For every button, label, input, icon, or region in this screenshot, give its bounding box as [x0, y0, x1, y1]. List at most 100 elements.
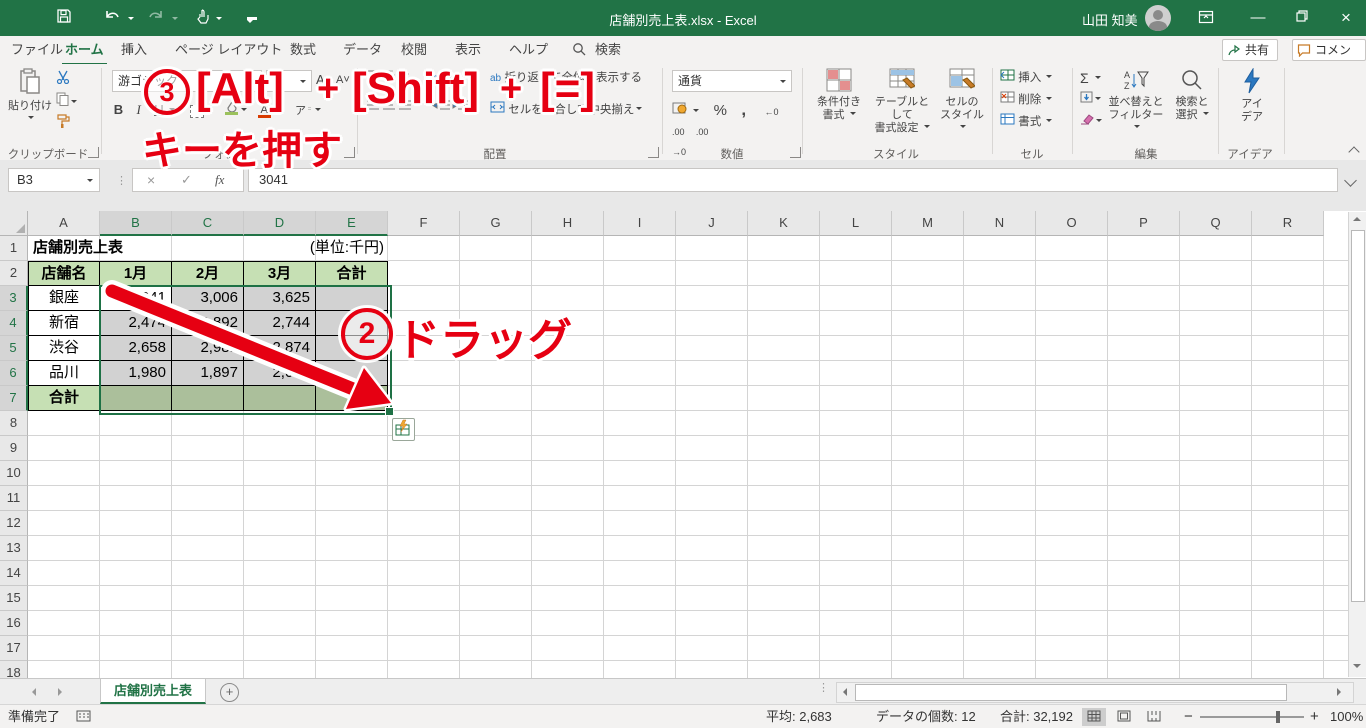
alignment-dialog-launcher[interactable]	[648, 147, 659, 158]
vertical-scrollbar[interactable]	[1348, 212, 1366, 677]
tab-file[interactable]: ファイル	[8, 36, 66, 63]
percent-style-button[interactable]: %	[714, 102, 727, 119]
column-header-L[interactable]: L	[820, 211, 892, 236]
cell-B4[interactable]: 2,474	[100, 311, 172, 336]
collapse-ribbon-icon[interactable]	[1348, 146, 1360, 158]
phonetic-button[interactable]: ア゠	[295, 105, 313, 117]
new-sheet-button[interactable]: +	[220, 683, 239, 702]
fill-button[interactable]	[1080, 90, 1101, 110]
insert-cells-button[interactable]: 挿入	[1000, 68, 1053, 88]
cell-A5[interactable]: 渋谷	[28, 336, 100, 361]
page-layout-view-button[interactable]	[1112, 708, 1136, 726]
status-sum[interactable]: 合計: 32,192	[1000, 709, 1073, 725]
ribbon-display-options-icon[interactable]	[1196, 9, 1216, 29]
tab-formulas[interactable]: 数式	[287, 36, 319, 63]
scroll-up-icon[interactable]	[1353, 217, 1361, 221]
name-box[interactable]: B3	[8, 168, 100, 192]
cell-D2[interactable]: 3月	[244, 261, 316, 286]
share-button[interactable]: 共有	[1222, 39, 1279, 61]
row-header-8[interactable]: 8	[0, 411, 28, 436]
cell-B7[interactable]	[100, 386, 172, 411]
accounting-format-dropdown[interactable]	[693, 108, 700, 115]
tab-home[interactable]: ホーム	[62, 36, 107, 66]
cell-D3[interactable]: 3,625	[244, 286, 316, 311]
cell-A6[interactable]: 品川	[28, 361, 100, 386]
tab-data[interactable]: データ	[340, 36, 385, 63]
cell-E7[interactable]	[316, 386, 388, 411]
cell-A2[interactable]: 店舗名	[28, 261, 100, 286]
zoom-slider-thumb[interactable]	[1276, 711, 1280, 723]
clear-button[interactable]	[1080, 112, 1102, 132]
row-header-12[interactable]: 12	[0, 511, 28, 536]
row-header-16[interactable]: 16	[0, 611, 28, 636]
tab-view[interactable]: 表示	[452, 36, 484, 63]
font-dialog-launcher[interactable]	[344, 147, 355, 158]
column-header-O[interactable]: O	[1036, 211, 1108, 236]
sheet-tab[interactable]: 店舗別売上表	[100, 679, 206, 704]
row-header-4[interactable]: 4	[0, 311, 28, 336]
minimize-button[interactable]: —	[1238, 0, 1278, 36]
cut-button[interactable]	[56, 70, 70, 90]
cell-C4[interactable]: 2,892	[172, 311, 244, 336]
paste-button[interactable]: 貼り付け	[8, 68, 52, 126]
cell-styles-button[interactable]: セルの スタイル	[936, 68, 988, 135]
number-format-combo[interactable]: 通貨	[672, 70, 792, 92]
restore-button[interactable]	[1282, 0, 1322, 36]
status-count[interactable]: データの個数: 12	[876, 709, 976, 725]
column-header-H[interactable]: H	[532, 211, 604, 236]
column-header-P[interactable]: P	[1108, 211, 1180, 236]
column-header-B[interactable]: B	[100, 211, 172, 236]
tab-splitter[interactable]: ⋮	[818, 681, 829, 694]
tab-page-layout[interactable]: ページ レイアウト	[172, 36, 285, 63]
cell-C3[interactable]: 3,006	[172, 286, 244, 311]
cell-C6[interactable]: 1,897	[172, 361, 244, 386]
row-header-7[interactable]: 7	[0, 386, 28, 411]
cell-A4[interactable]: 新宿	[28, 311, 100, 336]
page-break-view-button[interactable]	[1142, 708, 1166, 726]
cell-A3[interactable]: 銀座	[28, 286, 100, 311]
select-all-corner[interactable]	[0, 211, 28, 236]
row-header-2[interactable]: 2	[0, 261, 28, 286]
row-header-18[interactable]: 18	[0, 661, 28, 678]
column-header-J[interactable]: J	[676, 211, 748, 236]
formula-input[interactable]: 3041	[248, 168, 1338, 192]
column-header-E[interactable]: E	[316, 211, 388, 236]
number-dialog-launcher[interactable]	[790, 147, 801, 158]
search-label[interactable]: 検索	[592, 36, 624, 63]
clipboard-dialog-launcher[interactable]	[88, 147, 99, 158]
row-header-10[interactable]: 10	[0, 461, 28, 486]
cell-D6[interactable]: 2,020	[244, 361, 316, 386]
cell-C2[interactable]: 2月	[172, 261, 244, 286]
namebox-splitter[interactable]: ⋮	[116, 174, 127, 187]
cell-C5[interactable]: 2,981	[172, 336, 244, 361]
column-header-A[interactable]: A	[28, 211, 100, 236]
column-header-Q[interactable]: Q	[1180, 211, 1252, 236]
column-header-D[interactable]: D	[244, 211, 316, 236]
autosum-button[interactable]: Σ	[1080, 68, 1101, 88]
normal-view-button[interactable]	[1082, 708, 1106, 726]
row-header-14[interactable]: 14	[0, 561, 28, 586]
column-header-F[interactable]: F	[388, 211, 460, 236]
ideas-button[interactable]: アイ デア	[1226, 67, 1278, 124]
zoom-slider-track[interactable]	[1200, 716, 1304, 718]
zoom-level[interactable]: 100%	[1330, 709, 1363, 725]
expand-formula-bar-icon[interactable]	[1344, 174, 1357, 187]
row-header-6[interactable]: 6	[0, 361, 28, 386]
tab-insert[interactable]: 挿入	[118, 36, 150, 63]
cell-A1[interactable]: 店舗別売上表	[28, 236, 228, 261]
cell-E6[interactable]	[316, 361, 388, 386]
format-painter-button[interactable]	[56, 114, 70, 134]
find-select-button[interactable]: 検索と 選択	[1168, 68, 1216, 122]
column-header-G[interactable]: G	[460, 211, 532, 236]
row-header-11[interactable]: 11	[0, 486, 28, 511]
tab-help[interactable]: ヘルプ	[506, 36, 551, 63]
row-header-17[interactable]: 17	[0, 636, 28, 661]
column-header-R[interactable]: R	[1252, 211, 1324, 236]
status-average[interactable]: 平均: 2,683	[766, 709, 832, 725]
cell-E2[interactable]: 合計	[316, 261, 388, 286]
column-header-N[interactable]: N	[964, 211, 1036, 236]
column-header-C[interactable]: C	[172, 211, 244, 236]
cell-D7[interactable]	[244, 386, 316, 411]
cell-B6[interactable]: 1,980	[100, 361, 172, 386]
copy-button[interactable]	[56, 92, 77, 112]
